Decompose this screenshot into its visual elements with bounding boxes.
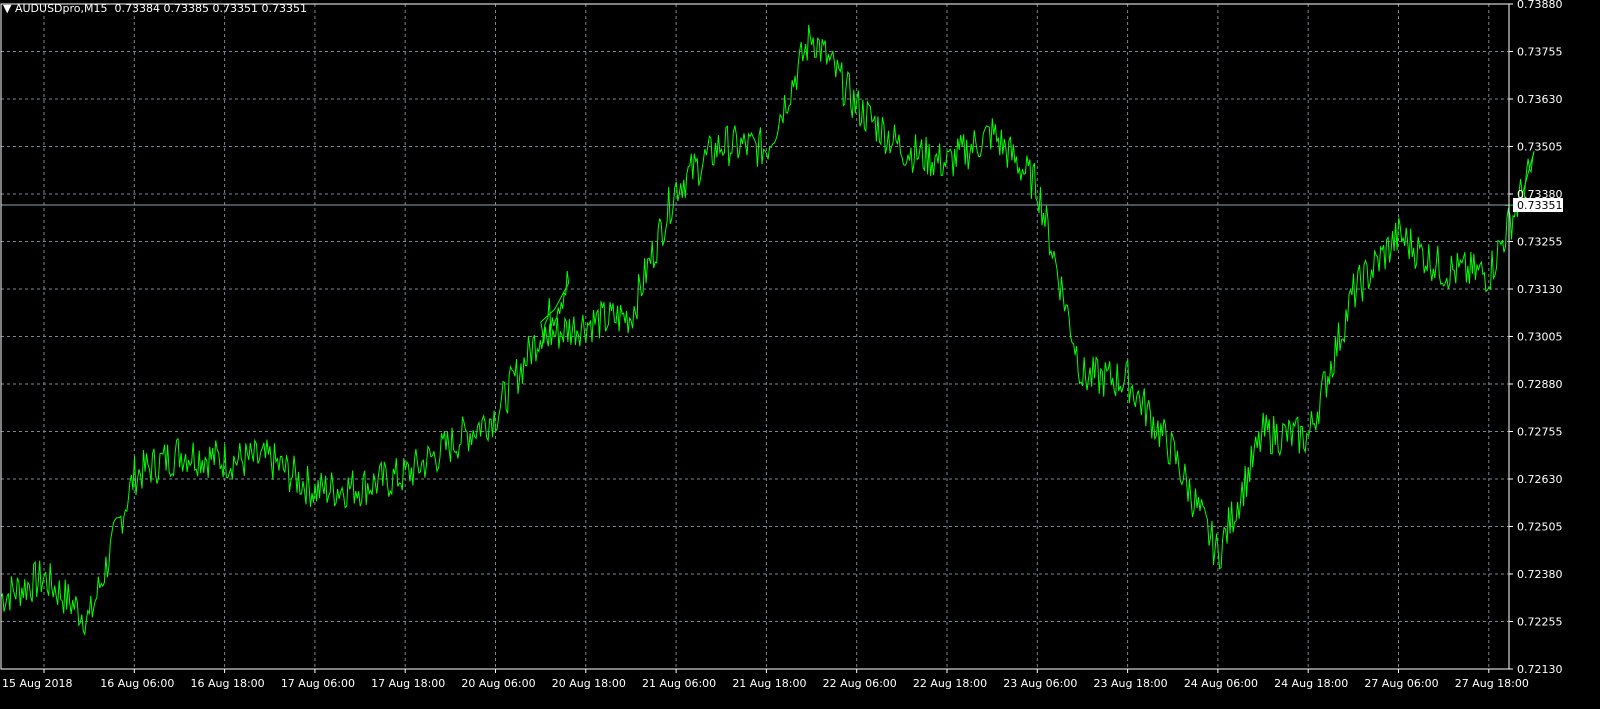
y-tick-label: 0.72630 — [1517, 473, 1563, 486]
x-tick-label: 22 Aug 06:00 — [823, 677, 897, 690]
y-tick-label: 0.72755 — [1517, 426, 1563, 439]
y-tick-label: 0.73755 — [1517, 46, 1563, 59]
y-tick-label: 0.73880 — [1517, 0, 1563, 11]
y-tick-label: 0.73630 — [1517, 93, 1563, 106]
x-tick-label: 23 Aug 18:00 — [1094, 677, 1168, 690]
x-tick-label: 27 Aug 18:00 — [1455, 677, 1529, 690]
x-tick-label: 17 Aug 18:00 — [371, 677, 445, 690]
x-tick-label: 21 Aug 18:00 — [732, 677, 806, 690]
y-tick-label: 0.73505 — [1517, 141, 1563, 154]
x-tick-label: 17 Aug 06:00 — [281, 677, 355, 690]
price-chart[interactable]: 0.73351 0.738800.737550.736300.735050.73… — [0, 0, 1600, 709]
y-tick-label: 0.72505 — [1517, 521, 1563, 534]
time-axis[interactable]: 15 Aug 2018 16 Aug 06:00 16 Aug 18:00 17 Au… — [2, 669, 1529, 690]
y-tick-label: 0.72130 — [1517, 663, 1563, 676]
plot-border — [0, 3, 1510, 670]
x-tick-label: 20 Aug 06:00 — [461, 677, 535, 690]
y-tick-label: 0.73380 — [1517, 188, 1563, 201]
price-axis[interactable]: 0.73880 0.73755 0.73630 0.73505 0.73380 0.732… — [1509, 0, 1563, 676]
x-tick-label: 15 Aug 2018 — [2, 677, 72, 690]
current-price-line: 0.73351 — [1, 198, 1563, 213]
x-tick-label: 22 Aug 18:00 — [913, 677, 987, 690]
x-tick-label: 23 Aug 06:00 — [1003, 677, 1077, 690]
y-tick-label: 0.73255 — [1517, 236, 1563, 249]
chart-frame — [0, 3, 1510, 670]
x-tick-label: 24 Aug 06:00 — [1184, 677, 1258, 690]
price-series — [0, 24, 1535, 637]
grid — [1, 3, 1509, 670]
x-tick-label: 20 Aug 18:00 — [552, 677, 626, 690]
x-tick-label: 21 Aug 06:00 — [642, 677, 716, 690]
y-tick-label: 0.72880 — [1517, 378, 1563, 391]
y-tick-label: 0.72255 — [1517, 616, 1563, 629]
x-tick-label: 16 Aug 18:00 — [191, 677, 265, 690]
y-tick-label: 0.72380 — [1517, 568, 1563, 581]
x-tick-label: 24 Aug 18:00 — [1274, 677, 1348, 690]
x-tick-label: 27 Aug 06:00 — [1364, 677, 1438, 690]
x-tick-label: 16 Aug 06:00 — [100, 677, 174, 690]
y-tick-label: 0.73005 — [1517, 331, 1563, 344]
y-tick-label: 0.73130 — [1517, 283, 1563, 296]
price-line-series — [0, 24, 1535, 637]
